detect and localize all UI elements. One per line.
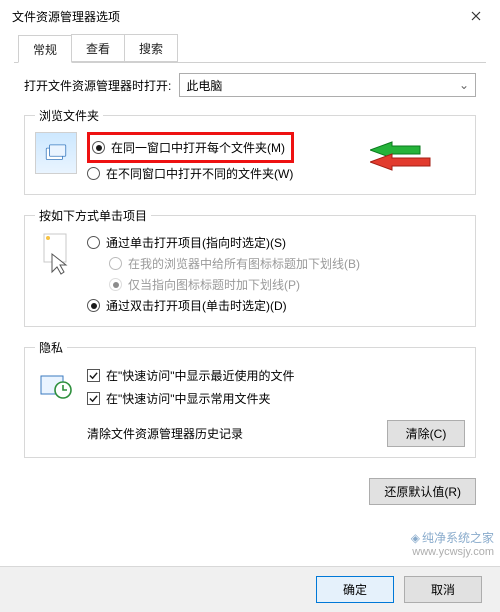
watermark-logo-icon: ◈ (411, 531, 420, 545)
ok-button[interactable]: 确定 (316, 576, 394, 603)
browse-folders-icon (35, 132, 77, 174)
radio-double-click[interactable]: 通过双击打开项目(单击时选定)(D) (87, 295, 465, 316)
click-items-group: 按如下方式单击项目 通过单击打开项目(指向时选定)(S) 在我的浏览器中给所有图… (24, 207, 476, 327)
radio-underline-point: 仅当指向图标标题时加下划线(P) (109, 274, 465, 295)
watermark: ◈纯净系统之家 www.ycwsjy.com (411, 529, 494, 558)
radio-same-window[interactable]: 在同一窗口中打开每个文件夹(M) (92, 137, 285, 158)
open-with-value: 此电脑 (186, 77, 222, 94)
radio-double-click-label: 通过双击打开项目(单击时选定)(D) (106, 297, 287, 314)
browse-legend: 浏览文件夹 (35, 107, 103, 124)
radio-icon (87, 167, 100, 180)
checkbox-frequent-label: 在"快速访问"中显示常用文件夹 (106, 390, 271, 407)
open-with-label: 打开文件资源管理器时打开: (24, 77, 171, 94)
radio-underline-point-label: 仅当指向图标标题时加下划线(P) (128, 276, 300, 293)
tab-search[interactable]: 搜索 (124, 34, 178, 62)
cancel-button[interactable]: 取消 (404, 576, 482, 603)
radio-underline-browser-label: 在我的浏览器中给所有图标标题加下划线(B) (128, 255, 360, 272)
open-with-select[interactable]: 此电脑 ⌄ (179, 73, 476, 97)
privacy-legend: 隐私 (35, 339, 67, 356)
radio-new-window[interactable]: 在不同窗口中打开不同的文件夹(W) (87, 163, 465, 184)
window-title: 文件资源管理器选项 (12, 8, 120, 25)
click-cursor-icon (35, 232, 77, 282)
close-icon (471, 11, 481, 21)
radio-icon (109, 257, 122, 270)
checkbox-frequent-folders[interactable]: 在"快速访问"中显示常用文件夹 (87, 387, 295, 410)
tab-view[interactable]: 查看 (71, 34, 125, 62)
radio-same-window-label: 在同一窗口中打开每个文件夹(M) (111, 139, 285, 156)
close-button[interactable] (462, 6, 490, 26)
checkbox-recent-files[interactable]: 在"快速访问"中显示最近使用的文件 (87, 364, 295, 387)
privacy-group: 隐私 在"快速访问"中显示最近使用的文件 在"快速访问"中显示常用文件夹 清除文… (24, 339, 476, 458)
checkbox-recent-label: 在"快速访问"中显示最近使用的文件 (106, 367, 295, 384)
clear-button[interactable]: 清除(C) (387, 420, 465, 447)
chevron-down-icon: ⌄ (459, 78, 469, 92)
tab-general[interactable]: 常规 (18, 35, 72, 63)
privacy-clock-icon (35, 364, 77, 406)
radio-underline-browser: 在我的浏览器中给所有图标标题加下划线(B) (109, 253, 465, 274)
radio-icon (87, 299, 100, 312)
clear-history-label: 清除文件资源管理器历史记录 (87, 425, 243, 442)
restore-defaults-button[interactable]: 还原默认值(R) (369, 478, 476, 505)
annotation-highlight: 在同一窗口中打开每个文件夹(M) (87, 132, 294, 163)
click-legend: 按如下方式单击项目 (35, 207, 151, 224)
radio-icon (92, 141, 105, 154)
radio-icon (87, 236, 100, 249)
radio-single-click-label: 通过单击打开项目(指向时选定)(S) (106, 234, 286, 251)
radio-single-click[interactable]: 通过单击打开项目(指向时选定)(S) (87, 232, 465, 253)
browse-folders-group: 浏览文件夹 在同一窗口中打开每个文件夹(M) 在不同窗口中打开不同的文件夹(W) (24, 107, 476, 195)
checkbox-icon (87, 369, 100, 382)
radio-icon (109, 278, 122, 291)
checkbox-icon (87, 392, 100, 405)
radio-new-window-label: 在不同窗口中打开不同的文件夹(W) (106, 165, 293, 182)
